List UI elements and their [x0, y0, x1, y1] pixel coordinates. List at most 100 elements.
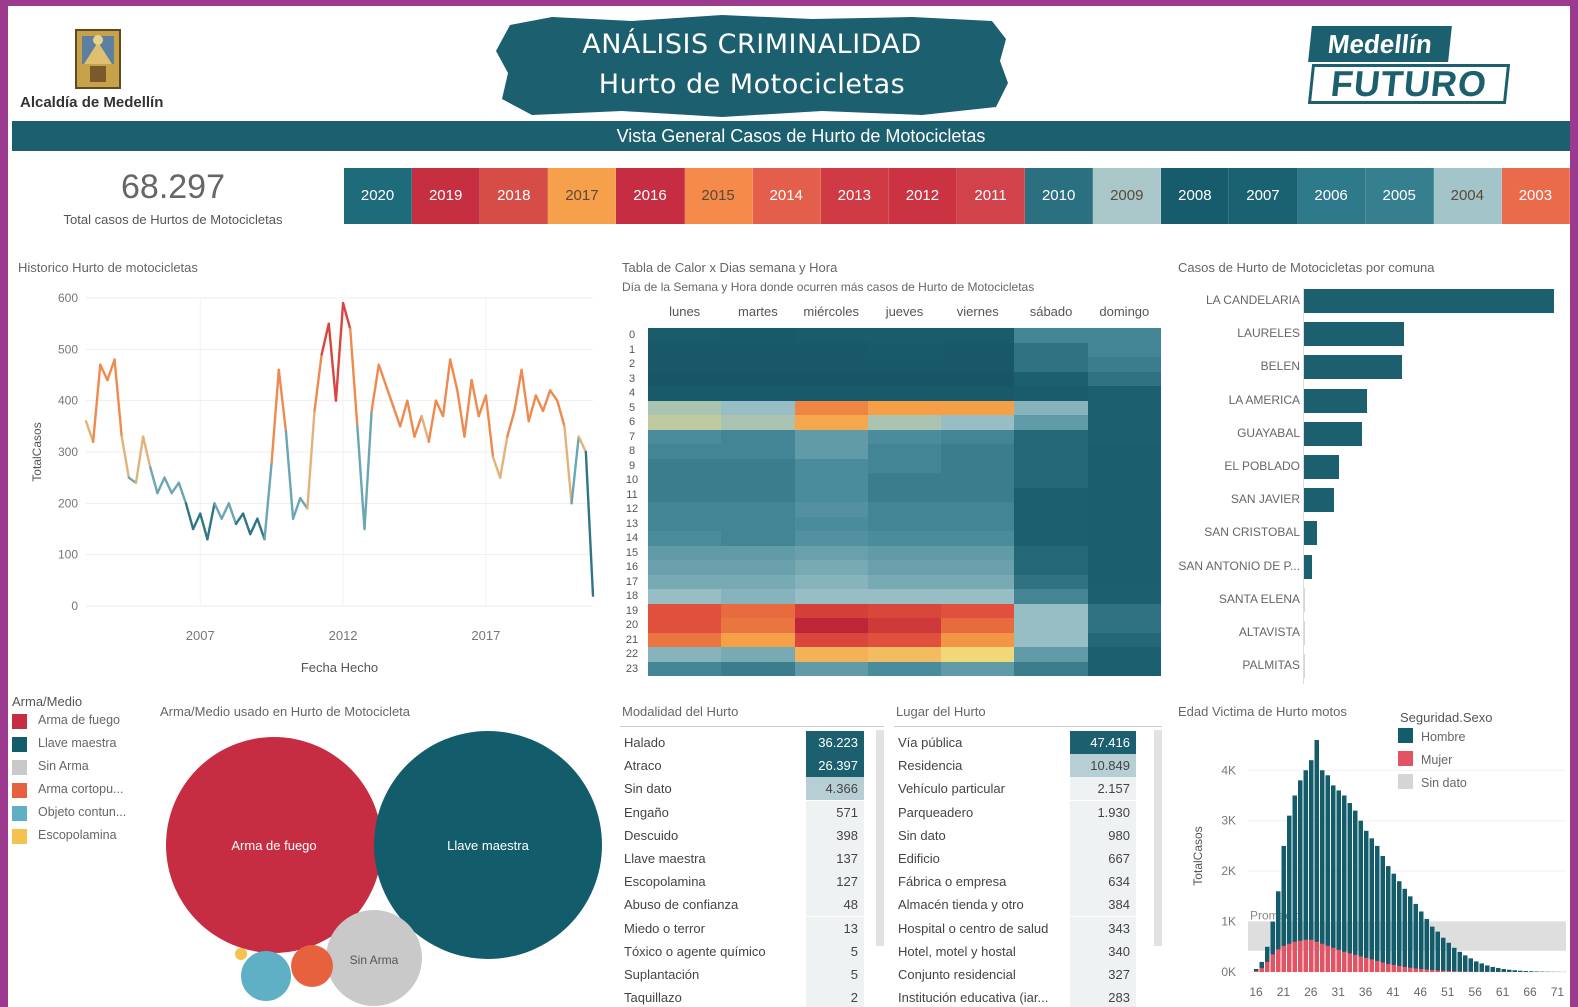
line-segment[interactable]: [427, 399, 438, 443]
heatmap-cell[interactable]: [721, 603, 795, 618]
heatmap-cell[interactable]: [648, 444, 722, 459]
heatmap-cell[interactable]: [721, 545, 795, 560]
heatmap-cell[interactable]: [867, 545, 942, 560]
line-segment[interactable]: [320, 322, 330, 356]
heatmap-cell[interactable]: [941, 415, 1015, 430]
heatmap-cell[interactable]: [867, 603, 942, 618]
heatmap-cell[interactable]: [1014, 502, 1088, 517]
heatmap-cell[interactable]: [1014, 429, 1088, 444]
modalidad-row[interactable]: Descuido 398: [620, 823, 864, 847]
heatmap-cell[interactable]: [794, 589, 868, 604]
histogram-bar-hombre[interactable]: [1430, 926, 1435, 972]
heatmap-cell[interactable]: [1087, 545, 1161, 560]
heatmap-cell[interactable]: [794, 386, 868, 401]
heatmap-cell[interactable]: [867, 647, 942, 662]
histogram-bar-mujer[interactable]: [1287, 943, 1292, 972]
line-segment[interactable]: [456, 389, 466, 438]
line-segment[interactable]: [470, 378, 480, 418]
heatmap-cell[interactable]: [794, 560, 868, 575]
line-segment[interactable]: [584, 450, 595, 597]
lugar-row[interactable]: Residencia 10.849: [894, 754, 1136, 778]
line-segment[interactable]: [191, 512, 202, 531]
heatmap-cell[interactable]: [648, 560, 722, 575]
year-button-2016[interactable]: 2016: [616, 168, 685, 224]
line-segment[interactable]: [113, 358, 123, 438]
histogram-bar-mujer[interactable]: [1375, 960, 1380, 972]
arma-legend-item[interactable]: Arma de fuego: [12, 712, 152, 732]
heatmap-cell[interactable]: [1087, 516, 1161, 531]
heatmap-cell[interactable]: [648, 371, 722, 386]
histogram-bar-mujer[interactable]: [1446, 970, 1452, 972]
heatmap-cell[interactable]: [941, 328, 1015, 343]
heatmap-cell[interactable]: [794, 618, 868, 633]
heatmap-cell[interactable]: [794, 603, 868, 618]
histogram-bar-mujer[interactable]: [1314, 941, 1320, 972]
line-segment[interactable]: [448, 358, 459, 392]
line-segment[interactable]: [534, 394, 545, 413]
heatmap-cell[interactable]: [1014, 342, 1088, 357]
heatmap-cell[interactable]: [648, 502, 722, 517]
heatmap-cell[interactable]: [1014, 487, 1088, 502]
comuna-bar[interactable]: [1304, 421, 1362, 446]
comuna-bar[interactable]: [1304, 322, 1404, 347]
histogram-bar-mujer[interactable]: [1391, 964, 1397, 972]
heatmap-cell[interactable]: [794, 574, 868, 589]
heatmap-cell[interactable]: [867, 342, 942, 357]
heatmap-cell[interactable]: [867, 386, 942, 401]
line-segment[interactable]: [341, 301, 352, 330]
line-segment[interactable]: [106, 358, 116, 382]
histogram-bar-hombre[interactable]: [1413, 903, 1419, 972]
heatmap-cell[interactable]: [1087, 647, 1161, 662]
heatmap-cell[interactable]: [867, 371, 942, 386]
heatmap-cell[interactable]: [794, 545, 868, 560]
heatmap-cell[interactable]: [648, 415, 722, 430]
modalidad-row[interactable]: Suplantación 5: [620, 963, 864, 986]
histogram-bar-hombre[interactable]: [1391, 873, 1397, 972]
line-segment[interactable]: [420, 414, 430, 443]
heatmap-cell[interactable]: [867, 589, 942, 604]
heatmap-cell[interactable]: [867, 574, 942, 589]
heatmap-cell[interactable]: [648, 473, 722, 488]
histogram-bar-hombre[interactable]: [1485, 965, 1490, 972]
heatmap-cell[interactable]: [941, 487, 1015, 502]
heatmap-cell[interactable]: [648, 516, 722, 531]
histogram-bar-mujer[interactable]: [1298, 940, 1303, 972]
histogram-bar-hombre[interactable]: [1446, 942, 1452, 972]
heatmap-cell[interactable]: [648, 429, 722, 444]
histogram-bar-hombre[interactable]: [1424, 919, 1430, 972]
lugar-row[interactable]: Almacén tienda y otro 384: [894, 893, 1136, 917]
bubble-objeto-contundente[interactable]: [241, 951, 291, 1001]
modalidad-row[interactable]: Tóxico o agente químico 5: [620, 939, 864, 963]
heatmap-cell[interactable]: [1087, 560, 1161, 575]
year-button-2018[interactable]: 2018: [480, 168, 549, 224]
histogram-bar-mujer[interactable]: [1309, 939, 1314, 972]
heatmap-cell[interactable]: [1014, 531, 1088, 546]
histogram-bar-hombre[interactable]: [1336, 790, 1342, 972]
lugar-row[interactable]: Sin dato 980: [894, 823, 1136, 847]
lugar-row[interactable]: Institución educativa (iar... 283: [894, 986, 1136, 1007]
lugar-row[interactable]: Parqueadero 1.930: [894, 800, 1136, 824]
line-segment[interactable]: [327, 322, 338, 402]
modalidad-scrollbar[interactable]: [876, 730, 884, 946]
histogram-bar-mujer[interactable]: [1380, 962, 1386, 972]
line-segment[interactable]: [241, 512, 252, 536]
heatmap-cell[interactable]: [867, 632, 942, 647]
heatmap-cell[interactable]: [721, 560, 795, 575]
comuna-row[interactable]: PALMITAS: [1168, 651, 1568, 684]
heatmap-cell[interactable]: [941, 371, 1015, 386]
modalidad-row[interactable]: Abuso de confianza 48: [620, 893, 864, 917]
histogram-bar-hombre[interactable]: [1358, 820, 1364, 972]
heatmap-cell[interactable]: [941, 603, 1015, 618]
histogram-bar-mujer[interactable]: [1457, 971, 1463, 972]
comuna-bar[interactable]: [1304, 289, 1554, 313]
histogram-bar-hombre[interactable]: [1314, 740, 1320, 972]
modalidad-row[interactable]: Llave maestra 137: [620, 847, 864, 870]
arma-legend-item[interactable]: Arma cortopu...: [12, 781, 152, 801]
heatmap-cell[interactable]: [648, 647, 722, 662]
lugar-row[interactable]: Edificio 667: [894, 847, 1136, 870]
histogram-bar-hombre[interactable]: [1331, 785, 1336, 972]
heatmap-cell[interactable]: [1087, 342, 1161, 357]
heatmap-cell[interactable]: [941, 574, 1015, 589]
histogram-bar-hombre[interactable]: [1419, 911, 1424, 972]
histogram-bar-hombre[interactable]: [1347, 803, 1353, 972]
